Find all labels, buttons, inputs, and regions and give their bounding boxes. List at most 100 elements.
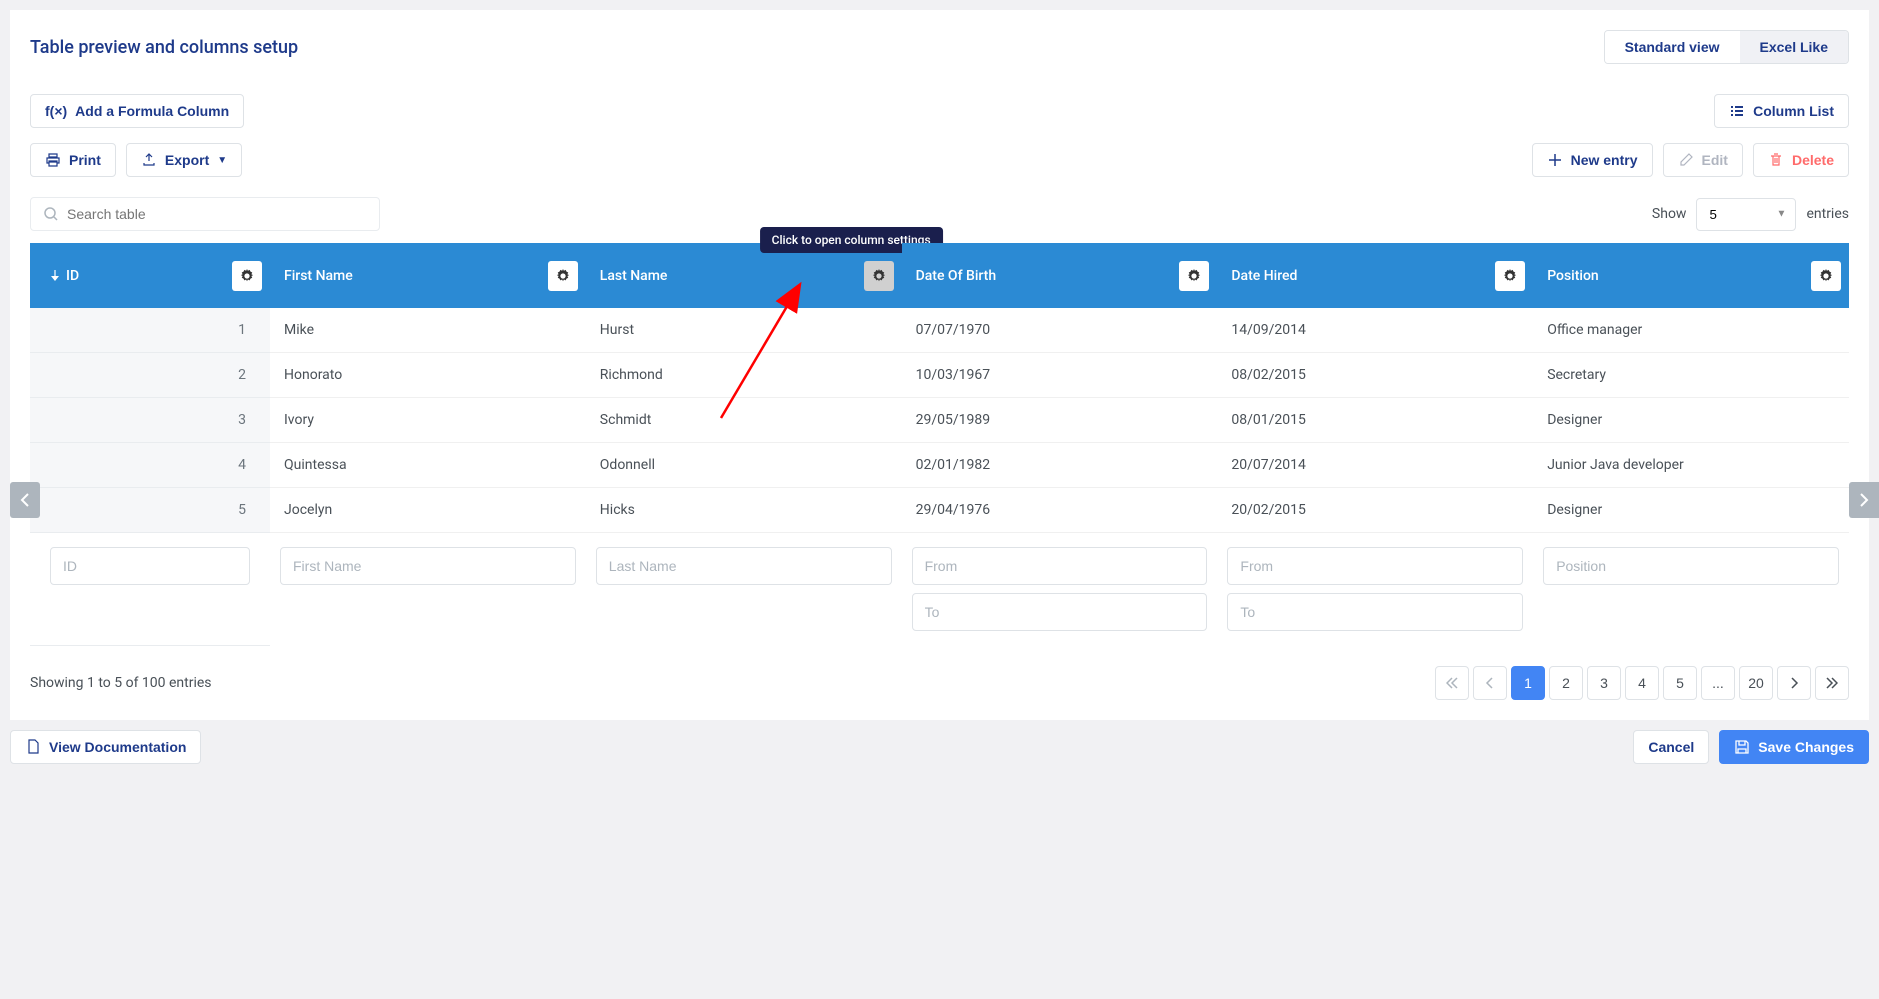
print-button[interactable]: Print [30, 143, 116, 177]
save-changes-button[interactable]: Save Changes [1719, 730, 1869, 764]
delete-button[interactable]: Delete [1753, 143, 1849, 177]
cell-id: 1 [30, 308, 270, 353]
chevron-double-left-icon [1446, 677, 1458, 689]
filter-position[interactable] [1543, 547, 1839, 585]
filter-dob-to[interactable] [912, 593, 1208, 631]
column-header-id[interactable]: ID [30, 243, 270, 308]
table-row[interactable]: 1MikeHurst07/07/197014/09/2014Office man… [30, 308, 1849, 353]
table-row[interactable]: 5JocelynHicks29/04/197620/02/2015Designe… [30, 488, 1849, 533]
cell-id: 5 [30, 488, 270, 533]
cell-first-name: Jocelyn [270, 488, 586, 533]
filter-last-name[interactable] [596, 547, 892, 585]
document-icon [25, 739, 41, 755]
cell-last-name: Schmidt [586, 398, 902, 443]
page-4[interactable]: 4 [1625, 666, 1659, 700]
column-header-last-name[interactable]: Last Name Click to open column settings [586, 243, 902, 308]
search-icon [43, 206, 59, 222]
cell-hired: 14/09/2014 [1217, 308, 1533, 353]
column-header-position[interactable]: Position [1533, 243, 1849, 308]
column-settings-last-name[interactable]: Click to open column settings [864, 261, 894, 291]
page-last[interactable] [1815, 666, 1849, 700]
cell-first-name: Mike [270, 308, 586, 353]
filter-hired-to[interactable] [1227, 593, 1523, 631]
table-row[interactable]: 2HonoratoRichmond10/03/196708/02/2015Sec… [30, 353, 1849, 398]
chevron-left-icon [20, 493, 30, 507]
column-header-first-name[interactable]: First Name [270, 243, 586, 308]
page-first[interactable] [1435, 666, 1469, 700]
sort-desc-icon [50, 270, 60, 282]
cell-hired: 08/02/2015 [1217, 353, 1533, 398]
filter-dob-from[interactable] [912, 547, 1208, 585]
plus-icon [1547, 152, 1563, 168]
entries-select[interactable]: 5 [1696, 198, 1796, 231]
edit-button[interactable]: Edit [1663, 143, 1743, 177]
col-position-label: Position [1547, 268, 1599, 284]
filter-id[interactable] [50, 547, 250, 585]
page-prev[interactable] [1473, 666, 1507, 700]
chevron-double-right-icon [1826, 677, 1838, 689]
side-nav-prev[interactable] [10, 482, 40, 518]
entries-suffix: entries [1806, 206, 1849, 222]
column-settings-first-name[interactable] [548, 261, 578, 291]
search-input-container [30, 197, 380, 231]
col-hired-label: Date Hired [1231, 268, 1297, 284]
cell-first-name: Ivory [270, 398, 586, 443]
cell-first-name: Quintessa [270, 443, 586, 488]
page-3[interactable]: 3 [1587, 666, 1621, 700]
page-next[interactable] [1777, 666, 1811, 700]
excel-like-tab[interactable]: Excel Like [1740, 31, 1849, 63]
table-row[interactable]: 3IvorySchmidt29/05/198908/01/2015Designe… [30, 398, 1849, 443]
cell-dob: 07/07/1970 [902, 308, 1218, 353]
formula-icon: f(×) [45, 103, 67, 119]
standard-view-tab[interactable]: Standard view [1605, 31, 1740, 63]
page-...[interactable]: ... [1701, 666, 1735, 700]
filter-first-name[interactable] [280, 547, 576, 585]
cancel-button[interactable]: Cancel [1633, 730, 1709, 764]
save-icon [1734, 739, 1750, 755]
cell-last-name: Hicks [586, 488, 902, 533]
export-button[interactable]: Export ▼ [126, 143, 242, 177]
side-nav-next[interactable] [1849, 482, 1879, 518]
page-5[interactable]: 5 [1663, 666, 1697, 700]
view-docs-label: View Documentation [49, 739, 186, 755]
add-formula-button[interactable]: f(×) Add a Formula Column [30, 94, 244, 128]
show-label: Show [1652, 206, 1687, 222]
column-settings-hired[interactable] [1495, 261, 1525, 291]
cell-hired: 08/01/2015 [1217, 398, 1533, 443]
column-settings-dob[interactable] [1179, 261, 1209, 291]
search-input[interactable] [67, 206, 367, 222]
cell-id: 4 [30, 443, 270, 488]
page-2[interactable]: 2 [1549, 666, 1583, 700]
chevron-right-icon [1789, 677, 1799, 689]
column-header-hired[interactable]: Date Hired [1217, 243, 1533, 308]
cell-hired: 20/02/2015 [1217, 488, 1533, 533]
save-label: Save Changes [1758, 739, 1854, 755]
page-20[interactable]: 20 [1739, 666, 1773, 700]
delete-label: Delete [1792, 152, 1834, 168]
cell-dob: 10/03/1967 [902, 353, 1218, 398]
print-label: Print [69, 152, 101, 168]
cell-position: Secretary [1533, 353, 1849, 398]
column-settings-position[interactable] [1811, 261, 1841, 291]
delete-icon [1768, 152, 1784, 168]
column-settings-id[interactable] [232, 261, 262, 291]
cell-id: 2 [30, 353, 270, 398]
page-1[interactable]: 1 [1511, 666, 1545, 700]
list-icon [1729, 103, 1745, 119]
chevron-down-icon: ▼ [217, 155, 227, 166]
table-row[interactable]: 4QuintessaOdonnell02/01/198220/07/2014Ju… [30, 443, 1849, 488]
cell-dob: 29/05/1989 [902, 398, 1218, 443]
filter-hired-from[interactable] [1227, 547, 1523, 585]
entries-info: Showing 1 to 5 of 100 entries [30, 675, 212, 691]
print-icon [45, 152, 61, 168]
view-documentation-button[interactable]: View Documentation [10, 730, 201, 764]
add-formula-label: Add a Formula Column [75, 103, 229, 119]
cell-last-name: Odonnell [586, 443, 902, 488]
pagination: 12345...20 [1435, 666, 1849, 700]
column-list-label: Column List [1753, 103, 1834, 119]
column-list-button[interactable]: Column List [1714, 94, 1849, 128]
cell-hired: 20/07/2014 [1217, 443, 1533, 488]
export-icon [141, 152, 157, 168]
column-header-dob[interactable]: Date Of Birth [902, 243, 1218, 308]
new-entry-button[interactable]: New entry [1532, 143, 1653, 177]
